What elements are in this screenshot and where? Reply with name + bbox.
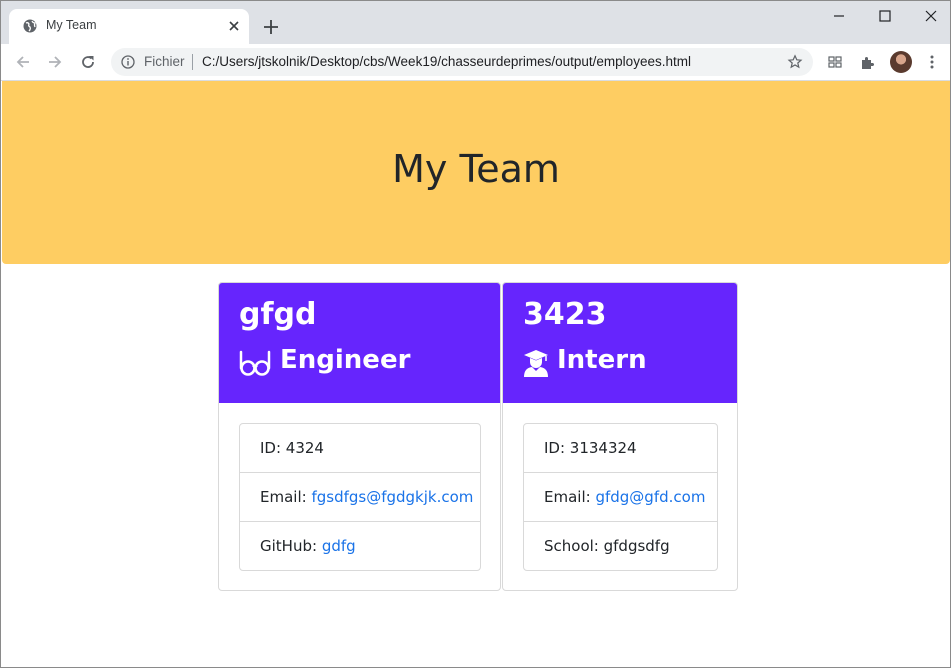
globe-icon	[23, 19, 37, 33]
list-item-email: Email: fgsdfgs@fgdgkjk.com	[240, 473, 480, 522]
maximize-icon[interactable]	[874, 7, 896, 25]
employee-role: Intern	[557, 345, 647, 375]
minimize-icon[interactable]	[828, 7, 850, 25]
profile-avatar[interactable]	[890, 51, 912, 73]
url-text[interactable]: C:/Users/jtskolnik/Desktop/cbs/Week19/ch…	[202, 54, 691, 69]
details-list: ID: 4324 Email: fgsdfgs@fgdgkjk.com GitH…	[239, 423, 481, 571]
browser-tab[interactable]: My Team	[9, 9, 249, 44]
details-list: ID: 3134324 Email: gfdg@gfd.com School: …	[523, 423, 718, 571]
browser-toolbar: Fichier C:/Users/jtskolnik/Desktop/cbs/W…	[1, 44, 950, 81]
back-arrow-icon[interactable]	[13, 52, 33, 72]
github-link[interactable]: gdfg	[322, 537, 356, 555]
email-link[interactable]: gfdg@gfd.com	[595, 488, 705, 506]
employee-id: 4324	[285, 439, 324, 457]
info-icon[interactable]	[121, 55, 135, 69]
tab-title: My Team	[46, 18, 97, 32]
list-item-school: School: gfdgsdfg	[544, 537, 670, 555]
page-title: My Team	[392, 147, 560, 191]
employee-role: Engineer	[280, 345, 411, 375]
card-header: gfgd Engineer	[219, 283, 500, 403]
graduate-icon	[524, 350, 548, 377]
list-item-id: ID: 4324	[240, 424, 480, 473]
close-tab-icon[interactable]	[226, 18, 242, 34]
address-bar[interactable]: Fichier C:/Users/jtskolnik/Desktop/cbs/W…	[111, 48, 813, 76]
browser-window: My Team Fichier C:/Users/jtskolnik/Deskt…	[0, 0, 951, 668]
list-item-email: Email: gfdg@gfd.com	[524, 473, 717, 522]
glasses-icon	[239, 350, 271, 376]
employee-name: 3423	[523, 297, 607, 332]
employee-id: 3134324	[569, 439, 637, 457]
bookmark-star-icon[interactable]	[787, 54, 803, 70]
close-window-icon[interactable]	[920, 7, 942, 25]
extensions-puzzle-icon[interactable]	[859, 53, 877, 71]
employee-card-intern: 3423 Intern ID: 3134324 Email: gfdg@gfd.…	[502, 282, 738, 591]
school-name: gfdgsdfg	[603, 537, 670, 555]
scheme-label: Fichier	[144, 54, 185, 69]
more-menu-icon[interactable]	[923, 53, 941, 71]
tab-strip: My Team	[1, 1, 950, 44]
card-header: 3423 Intern	[503, 283, 737, 403]
list-item-id: ID: 3134324	[524, 424, 717, 473]
reload-icon[interactable]	[78, 52, 98, 72]
employee-name: gfgd	[239, 297, 317, 332]
forward-arrow-icon[interactable]	[45, 52, 65, 72]
employee-card-engineer: gfgd Engineer ID: 4324 Email: fgsdfgs@fg…	[218, 282, 501, 591]
tab-search-icon[interactable]	[826, 53, 844, 71]
email-link[interactable]: fgsdfgs@fgdgkjk.com	[311, 488, 473, 506]
list-item-github: GitHub: gdfg	[260, 537, 356, 555]
divider	[192, 54, 193, 70]
new-tab-icon[interactable]	[260, 16, 282, 38]
header-jumbotron: My Team	[2, 81, 950, 264]
